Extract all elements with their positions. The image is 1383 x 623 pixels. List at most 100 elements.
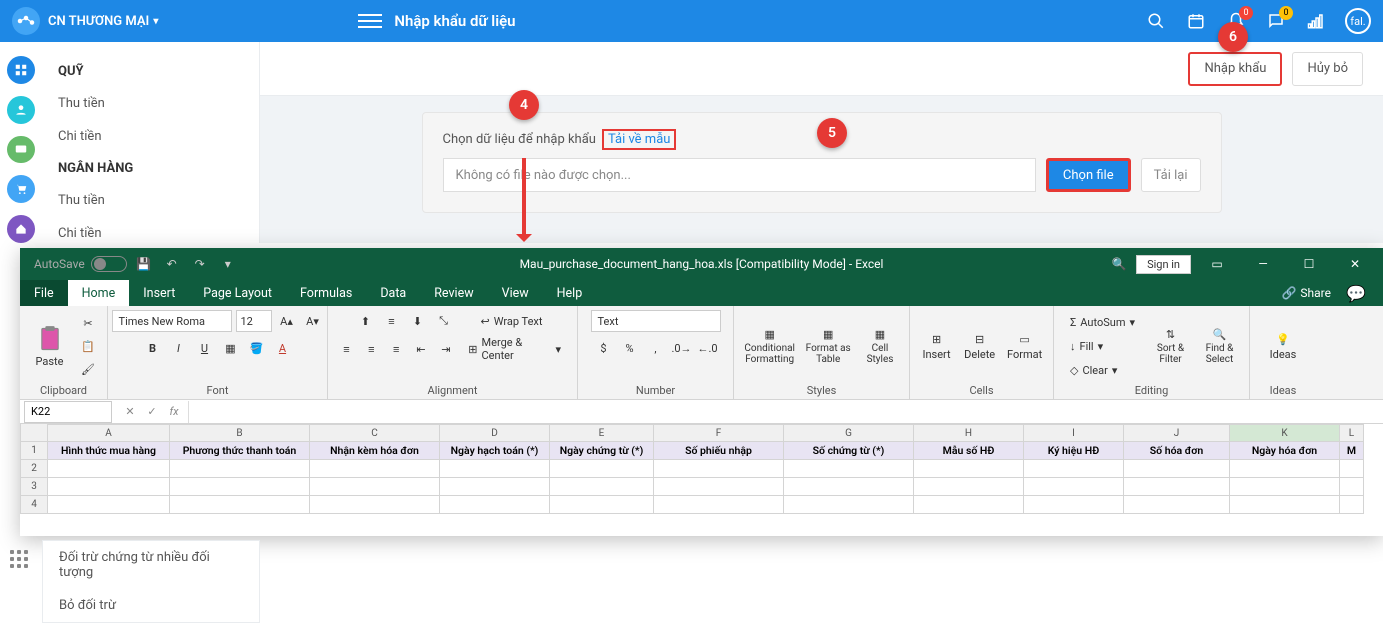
align-center-icon[interactable]: ≡ — [361, 339, 382, 359]
cell[interactable] — [170, 460, 310, 478]
cell[interactable]: Phương thức thanh toán — [170, 442, 310, 460]
cell[interactable]: Mẫu số HĐ — [914, 442, 1024, 460]
rail-item-dashboard[interactable] — [7, 56, 35, 84]
grow-font-icon[interactable]: A▴ — [276, 311, 298, 331]
cell[interactable] — [914, 496, 1024, 514]
comments-icon[interactable]: 💬 — [1345, 282, 1367, 304]
cell[interactable] — [784, 478, 914, 496]
cancel-formula-icon[interactable]: ✕ — [120, 405, 140, 418]
rail-item-home[interactable] — [7, 215, 35, 243]
inc-decimal-icon[interactable]: .0→ — [671, 338, 693, 358]
cell[interactable] — [440, 460, 550, 478]
cell[interactable] — [914, 478, 1024, 496]
cell[interactable] — [1340, 496, 1364, 514]
cell[interactable] — [784, 496, 914, 514]
wrap-text-button[interactable]: ↩ Wrap Text — [473, 310, 551, 332]
cell[interactable]: M — [1340, 442, 1364, 460]
align-right-icon[interactable]: ≡ — [386, 339, 407, 359]
cut-icon[interactable]: ✂ — [77, 314, 99, 334]
clear-button[interactable]: ◇ Clear ▾ — [1062, 360, 1143, 382]
find-select-button[interactable]: 🔍Find & Select — [1198, 315, 1241, 379]
tab-data[interactable]: Data — [366, 280, 420, 306]
cell[interactable] — [310, 478, 440, 496]
cell[interactable] — [550, 478, 654, 496]
cancel-button[interactable]: Hủy bỏ — [1292, 52, 1363, 86]
tab-help[interactable]: Help — [543, 280, 597, 306]
align-middle-icon[interactable]: ≡ — [381, 311, 403, 331]
format-painter-icon[interactable]: 🖌 — [77, 360, 99, 380]
cell[interactable] — [654, 460, 784, 478]
maximize-icon[interactable]: ☐ — [1289, 248, 1329, 280]
indent-dec-icon[interactable]: ⇤ — [411, 339, 432, 359]
rail-item-cart[interactable] — [7, 175, 35, 203]
select-all-cell[interactable] — [20, 424, 48, 442]
format-as-table-button[interactable]: ▦Format as Table — [803, 315, 853, 379]
cell[interactable] — [1230, 496, 1340, 514]
tab-formulas[interactable]: Formulas — [286, 280, 366, 306]
apps-grid-icon[interactable] — [10, 550, 32, 572]
tab-review[interactable]: Review — [420, 280, 487, 306]
calendar-icon[interactable] — [1185, 10, 1207, 32]
accept-formula-icon[interactable]: ✓ — [142, 405, 162, 418]
fill-button[interactable]: ↓ Fill ▾ — [1062, 336, 1143, 358]
menu-toggle-button[interactable] — [358, 9, 382, 33]
cell[interactable] — [1124, 460, 1230, 478]
autosave-toggle[interactable]: AutoSave — [34, 256, 127, 272]
cell[interactable] — [48, 496, 170, 514]
cell[interactable]: Hình thức mua hàng — [48, 442, 170, 460]
undo-icon[interactable]: ↶ — [161, 253, 183, 275]
cell[interactable] — [170, 496, 310, 514]
cell[interactable] — [48, 478, 170, 496]
sidebar-item[interactable]: Thu tiền — [42, 87, 259, 120]
dec-decimal-icon[interactable]: ←.0 — [697, 338, 719, 358]
cell[interactable] — [784, 460, 914, 478]
cell[interactable] — [654, 478, 784, 496]
shrink-font-icon[interactable]: A▾ — [302, 311, 324, 331]
excel-search-icon[interactable]: 🔍 — [1108, 253, 1130, 275]
name-box[interactable]: K22 — [24, 401, 112, 423]
conditional-formatting-button[interactable]: ▦Conditional Formatting — [742, 315, 797, 379]
align-left-icon[interactable]: ≡ — [336, 339, 357, 359]
col-header[interactable]: K — [1230, 424, 1340, 442]
indent-inc-icon[interactable]: ⇥ — [435, 339, 456, 359]
cell[interactable] — [1340, 478, 1364, 496]
cell[interactable]: Ký hiệu HĐ — [1024, 442, 1124, 460]
cell[interactable] — [310, 460, 440, 478]
cell[interactable] — [1230, 478, 1340, 496]
sidebar-item[interactable]: Bỏ đối trừ — [43, 589, 259, 622]
delete-cells-button[interactable]: ⊟Delete — [961, 315, 998, 379]
font-size-select[interactable]: 12 — [236, 310, 272, 332]
tab-view[interactable]: View — [488, 280, 543, 306]
bold-icon[interactable]: B — [142, 338, 164, 358]
comma-icon[interactable]: , — [645, 338, 667, 358]
col-header[interactable]: C — [310, 424, 440, 442]
tab-file[interactable]: File — [20, 280, 68, 306]
cell[interactable] — [914, 460, 1024, 478]
percent-icon[interactable]: % — [619, 338, 641, 358]
sidebar-item[interactable]: Chi tiền — [42, 217, 259, 250]
formula-input[interactable] — [188, 401, 1383, 423]
font-name-select[interactable]: Times New Roma — [112, 310, 232, 332]
tab-insert[interactable]: Insert — [129, 280, 189, 306]
cell-styles-button[interactable]: ▦Cell Styles — [859, 315, 901, 379]
cell[interactable] — [440, 478, 550, 496]
col-header[interactable]: F — [654, 424, 784, 442]
underline-icon[interactable]: U — [194, 338, 216, 358]
avatar[interactable]: fal. — [1345, 8, 1371, 34]
cell[interactable] — [550, 460, 654, 478]
merge-center-button[interactable]: ⊞ Merge & Center ▾ — [460, 338, 569, 360]
rail-item-users[interactable] — [7, 96, 35, 124]
cell[interactable]: Ngày hóa đơn — [1230, 442, 1340, 460]
import-button[interactable]: Nhập khẩu — [1188, 52, 1282, 86]
cell[interactable] — [170, 478, 310, 496]
search-icon[interactable] — [1145, 10, 1167, 32]
choose-file-button[interactable]: Chọn file — [1046, 158, 1131, 192]
orientation-icon[interactable]: ⤡ — [433, 311, 455, 331]
app-logo[interactable] — [12, 7, 40, 35]
row-header[interactable]: 4 — [20, 496, 48, 514]
cell[interactable] — [654, 496, 784, 514]
number-format-select[interactable]: Text — [591, 310, 721, 332]
row-header[interactable]: 2 — [20, 460, 48, 478]
format-cells-button[interactable]: ▭Format — [1004, 315, 1045, 379]
redo-icon[interactable]: ↷ — [189, 253, 211, 275]
